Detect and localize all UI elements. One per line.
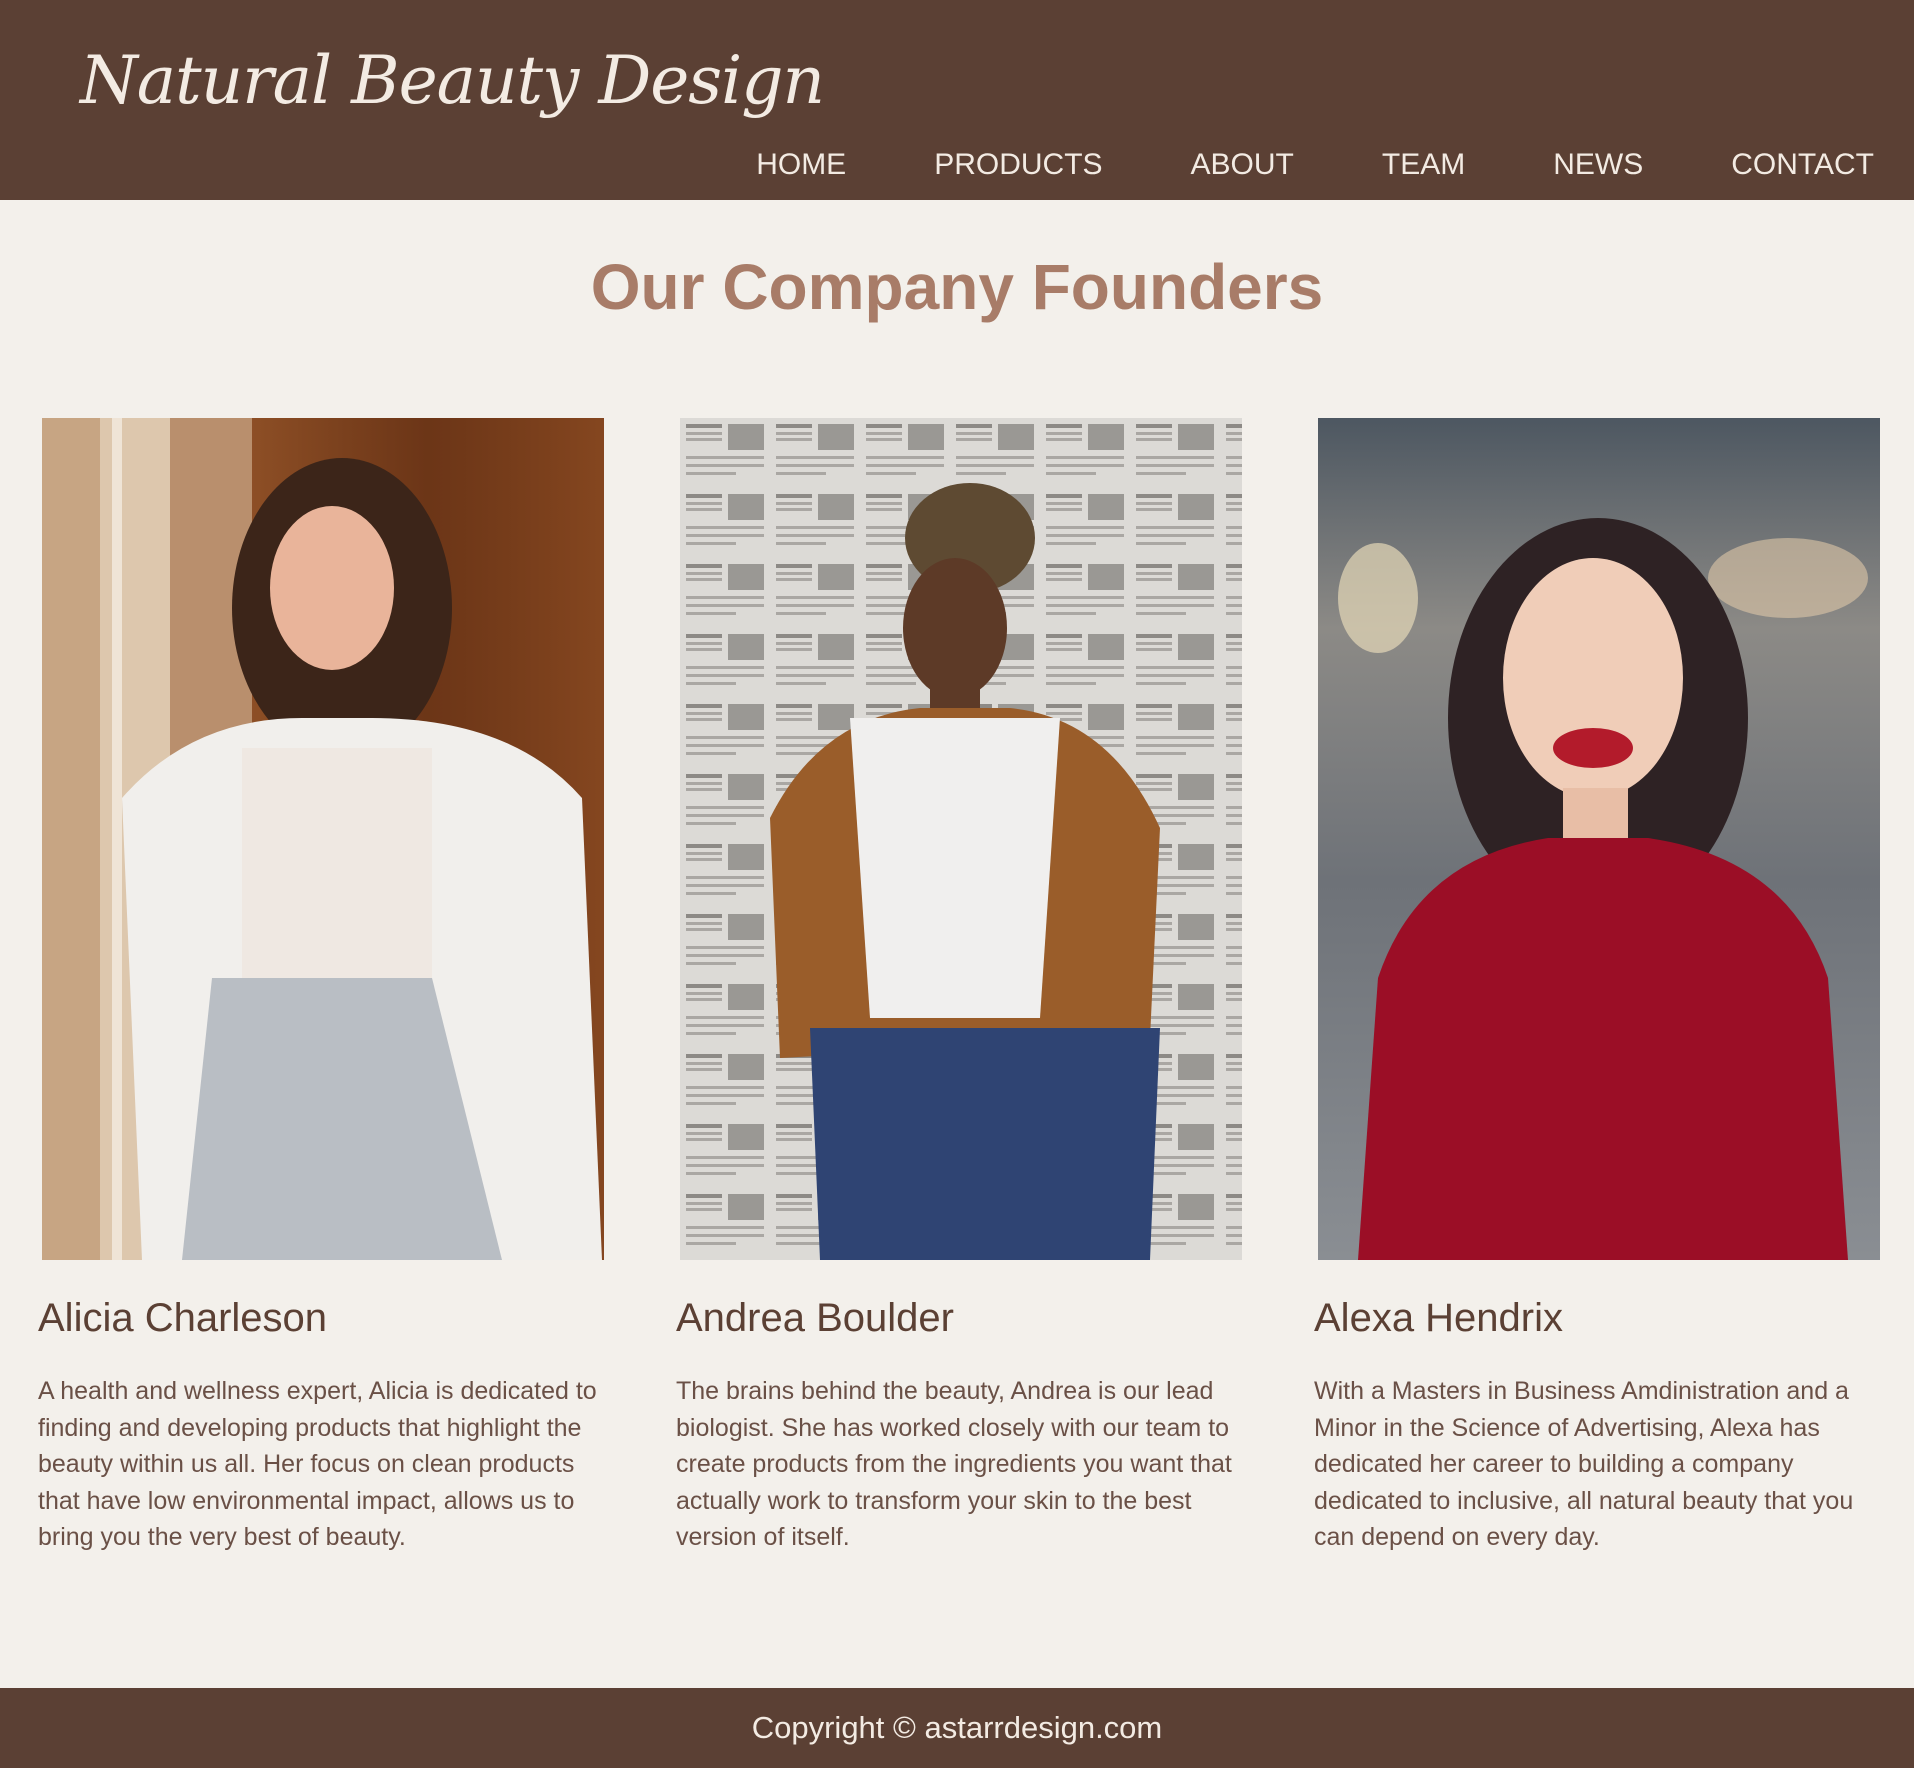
founder-name: Andrea Boulder (676, 1296, 954, 1340)
founder-photo (1318, 418, 1880, 1260)
copyright-text: Copyright © astarrdesign.com (751, 1710, 1163, 1745)
founder-bio: A health and wellness expert, Alicia is … (38, 1377, 597, 1551)
founder-card: Alexa Hendrix With a Masters in Business… (1314, 418, 1880, 1556)
nav-item-home[interactable]: HOME (756, 148, 846, 182)
founder-bio: The brains behind the beauty, Andrea is … (676, 1377, 1232, 1551)
founder-card: Andrea Boulder The brains behind the bea… (676, 418, 1242, 1556)
founder-card: Alicia Charleson A health and wellness e… (38, 418, 604, 1556)
page-title: Our Company Founders (590, 251, 1324, 323)
nav-item-news[interactable]: NEWS (1553, 148, 1643, 182)
site-logo[interactable]: Natural Beauty Design (80, 42, 825, 119)
site-header: Natural Beauty Design HOME PRODUCTS ABOU… (0, 0, 1914, 200)
founder-photo (42, 418, 604, 1260)
page: Natural Beauty Design HOME PRODUCTS ABOU… (0, 0, 1914, 1768)
founder-name: Alexa Hendrix (1314, 1296, 1564, 1340)
founder-photo (680, 418, 1242, 1260)
founder-name: Alicia Charleson (38, 1296, 328, 1340)
site-footer: Copyright © astarrdesign.com (0, 1688, 1914, 1768)
founder-bio: With a Masters in Business Amdinistratio… (1314, 1377, 1854, 1551)
nav-item-contact[interactable]: CONTACT (1731, 148, 1874, 182)
nav-item-team[interactable]: TEAM (1382, 148, 1465, 182)
nav-item-products[interactable]: PRODUCTS (934, 148, 1102, 182)
nav-item-about[interactable]: ABOUT (1191, 148, 1294, 182)
main-nav: HOME PRODUCTS ABOUT TEAM NEWS CONTACT (756, 148, 1874, 182)
